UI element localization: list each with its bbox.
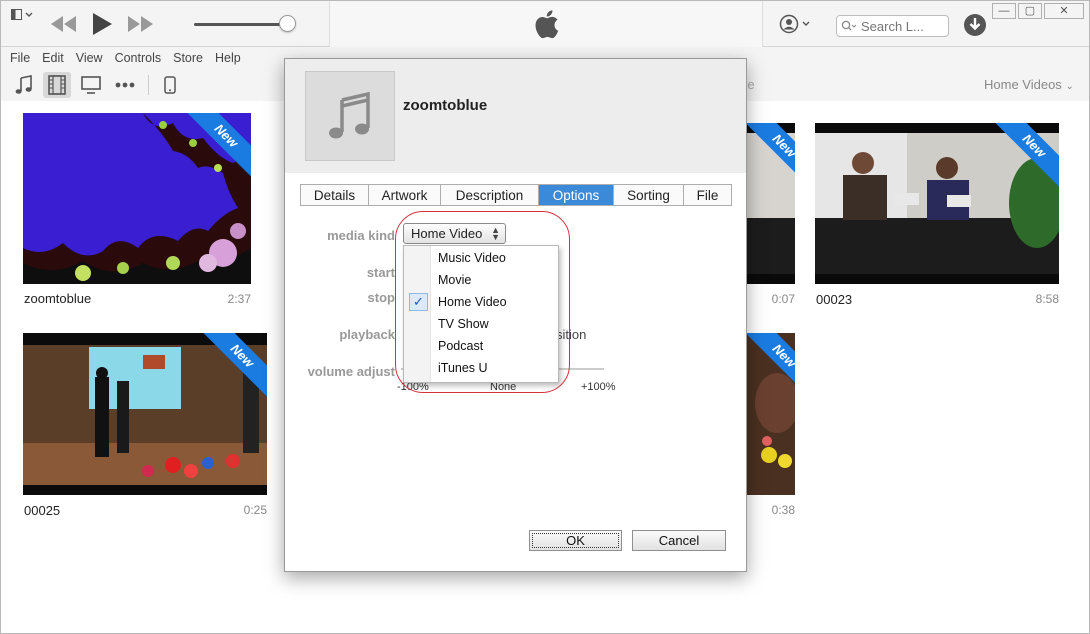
option-home-video-label: Home Video bbox=[438, 295, 507, 309]
film-icon[interactable] bbox=[43, 72, 71, 98]
video-title: zoomtoblue bbox=[24, 291, 92, 306]
fast-forward-icon[interactable] bbox=[127, 13, 153, 35]
video-duration: 8:58 bbox=[1035, 292, 1059, 306]
play-icon[interactable] bbox=[89, 11, 115, 37]
search-field[interactable] bbox=[836, 15, 949, 37]
menu-store[interactable]: Store bbox=[173, 51, 203, 65]
volume-adjust-label: volume adjust bbox=[307, 364, 395, 379]
toolbar: — ▢ ✕ bbox=[1, 1, 1089, 47]
get-info-dialog: zoomtoblue Details Artwork Description O… bbox=[284, 58, 747, 572]
search-icon bbox=[841, 20, 857, 31]
menu-edit[interactable]: Edit bbox=[42, 51, 64, 65]
menu-view[interactable]: View bbox=[76, 51, 103, 65]
playback-label: playback bbox=[339, 327, 395, 342]
view-selector[interactable]: Home Videos ⌄ bbox=[984, 77, 1074, 92]
media-kind-dropdown: Music Video Movie ✓ Home Video TV Show P… bbox=[403, 245, 559, 383]
tab-artwork[interactable]: Artwork bbox=[369, 185, 441, 205]
downloads-icon[interactable] bbox=[963, 13, 987, 37]
option-itunes-u[interactable]: iTunes U bbox=[404, 357, 558, 379]
iphone-icon[interactable] bbox=[156, 72, 184, 98]
video-duration: 2:37 bbox=[227, 292, 251, 306]
menu-help[interactable]: Help bbox=[215, 51, 241, 65]
apple-logo-icon bbox=[535, 10, 559, 39]
video-duration: 0:38 bbox=[771, 503, 795, 517]
checkmark-icon: ✓ bbox=[409, 293, 428, 311]
media-kind-value: Home Video bbox=[411, 226, 483, 241]
media-kind-label: media kind bbox=[327, 228, 395, 243]
cancel-button[interactable]: Cancel bbox=[632, 530, 726, 551]
video-thumbnail[interactable]: New bbox=[23, 113, 251, 284]
separator bbox=[148, 75, 149, 95]
close-button[interactable]: ✕ bbox=[1044, 3, 1084, 19]
minimize-button[interactable]: — bbox=[992, 3, 1016, 19]
option-tv-show[interactable]: TV Show bbox=[404, 313, 558, 335]
menu-controls[interactable]: Controls bbox=[115, 51, 162, 65]
option-podcast[interactable]: Podcast bbox=[404, 335, 558, 357]
start-label: start bbox=[366, 265, 395, 280]
media-kind-select[interactable]: Home Video ▲ ▼ bbox=[403, 223, 506, 244]
remember-position-text: sition bbox=[556, 327, 587, 342]
artwork-placeholder bbox=[305, 71, 395, 161]
sidebar-toggle-icon[interactable] bbox=[9, 8, 35, 22]
volume-knob[interactable] bbox=[279, 15, 296, 32]
search-input[interactable] bbox=[861, 18, 947, 34]
dialog-header: zoomtoblue bbox=[285, 59, 746, 173]
ok-button[interactable]: OK bbox=[529, 530, 622, 551]
video-thumbnail[interactable]: New bbox=[747, 333, 795, 495]
window-controls: — ▢ ✕ bbox=[992, 3, 1084, 19]
video-duration: 0:07 bbox=[771, 292, 795, 306]
option-movie[interactable]: Movie bbox=[404, 269, 558, 291]
slider-max-label: +100% bbox=[581, 381, 616, 393]
option-music-video[interactable]: Music Video bbox=[404, 247, 558, 269]
tab-sorting[interactable]: Sorting bbox=[614, 185, 684, 205]
chevron-down-icon: ⌄ bbox=[1065, 81, 1074, 92]
tab-bar: Details Artwork Description Options Sort… bbox=[300, 184, 732, 206]
view-selector-label: Home Videos bbox=[984, 77, 1062, 92]
lcd-display bbox=[329, 1, 763, 47]
video-title: 00025 bbox=[24, 503, 61, 518]
video-thumbnail[interactable]: New bbox=[23, 333, 267, 495]
account-icon[interactable] bbox=[779, 13, 813, 35]
chevron-updown-icon: ▲ ▼ bbox=[491, 225, 500, 242]
option-home-video[interactable]: ✓ Home Video bbox=[404, 291, 558, 313]
tab-file[interactable]: File bbox=[684, 185, 731, 205]
itunes-window: — ▢ ✕ File Edit View Controls Store Help… bbox=[0, 0, 1090, 634]
rewind-icon[interactable] bbox=[51, 13, 77, 35]
tv-icon[interactable] bbox=[77, 72, 105, 98]
video-title: 00023 bbox=[816, 292, 853, 307]
stop-label: stop bbox=[367, 290, 395, 305]
music-note-icon[interactable] bbox=[10, 72, 38, 98]
more-icon[interactable] bbox=[111, 72, 139, 98]
tab-details[interactable]: Details bbox=[301, 185, 369, 205]
video-thumbnail[interactable]: New bbox=[815, 123, 1059, 284]
tab-description[interactable]: Description bbox=[441, 185, 539, 205]
video-thumbnail[interactable]: New bbox=[747, 123, 795, 284]
tab-options[interactable]: Options bbox=[539, 185, 614, 205]
menu-file[interactable]: File bbox=[10, 51, 30, 65]
dialog-title: zoomtoblue bbox=[403, 97, 488, 114]
music-note-icon bbox=[329, 92, 370, 139]
maximize-button[interactable]: ▢ bbox=[1018, 3, 1042, 19]
video-duration: 0:25 bbox=[243, 503, 267, 517]
